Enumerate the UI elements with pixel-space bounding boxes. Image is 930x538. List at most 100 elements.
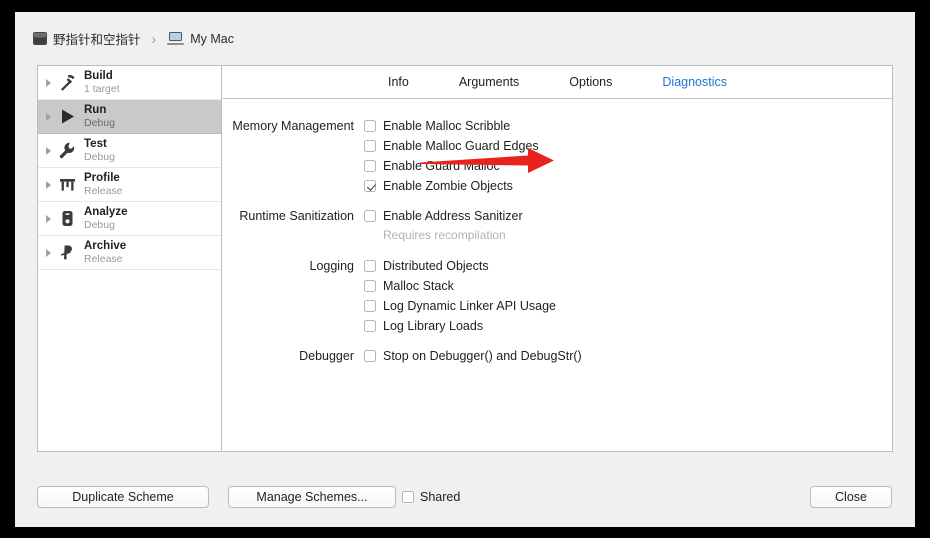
disclosure-triangle-icon[interactable] <box>46 249 51 257</box>
group-debugger: Debugger Stop on Debugger() and DebugStr… <box>223 346 892 366</box>
sidebar-item-subtitle: 1 target <box>84 83 120 95</box>
sidebar-item-text: Test Debug <box>84 138 115 163</box>
checkbox-box[interactable] <box>364 350 376 362</box>
checkbox-box[interactable] <box>364 300 376 312</box>
checkbox-label: Enable Guard Malloc <box>383 156 500 176</box>
sidebar-item-subtitle: Release <box>84 185 123 197</box>
shared-label: Shared <box>420 490 460 504</box>
wrench-icon <box>57 141 77 161</box>
gauge-icon <box>57 175 77 195</box>
sidebar-item-text: Profile Release <box>84 172 123 197</box>
checkbox-box[interactable] <box>364 180 376 192</box>
field-row: Memory Management Enable Malloc Scribble <box>223 116 892 136</box>
checkbox-label: Enable Zombie Objects <box>383 176 513 196</box>
group-logging: Logging Distributed Objects Malloc Stack <box>223 256 892 336</box>
disclosure-triangle-icon[interactable] <box>46 79 51 87</box>
checkbox-malloc-stack[interactable]: Malloc Stack <box>364 276 454 296</box>
breadcrumb-scheme-name[interactable]: 野指针和空指针 <box>53 29 141 48</box>
shared-checkbox[interactable]: Shared <box>402 490 460 504</box>
checkbox-box[interactable] <box>364 160 376 172</box>
tab-diagnostics[interactable]: Diagnostics <box>662 75 727 89</box>
checkbox-label: Enable Malloc Guard Edges <box>383 136 539 156</box>
tab-info[interactable]: Info <box>388 75 409 89</box>
checkbox-distributed-objects[interactable]: Distributed Objects <box>364 256 489 276</box>
checkbox-label: Enable Address Sanitizer <box>383 206 523 226</box>
sidebar-item-subtitle: Debug <box>84 151 115 163</box>
content-area: Info Arguments Options Diagnostics Memor… <box>223 66 892 451</box>
checkbox-label: Stop on Debugger() and DebugStr() <box>383 346 582 366</box>
tab-arguments[interactable]: Arguments <box>459 75 519 89</box>
sidebar-item-subtitle: Release <box>84 253 126 265</box>
breadcrumb: 野指针和空指针 › My Mac <box>33 29 234 48</box>
field-row: Enable Zombie Objects <box>223 176 892 196</box>
checkbox-enable-address-sanitizer[interactable]: Enable Address Sanitizer <box>364 206 523 226</box>
sidebar-item-run[interactable]: Run Debug <box>38 100 221 134</box>
sidebar-item-title: Archive <box>84 240 126 253</box>
sidebar-item-text: Analyze Debug <box>84 206 127 231</box>
checkbox-box[interactable] <box>364 280 376 292</box>
checkbox-enable-malloc-guard-edges[interactable]: Enable Malloc Guard Edges <box>364 136 539 156</box>
field-row: Enable Guard Malloc <box>223 156 892 176</box>
sidebar-item-title: Test <box>84 138 115 151</box>
checkbox-log-library-loads[interactable]: Log Library Loads <box>364 316 483 336</box>
hammer-icon <box>57 73 77 93</box>
disclosure-triangle-icon[interactable] <box>46 215 51 223</box>
sidebar-item-subtitle: Debug <box>84 219 127 231</box>
duplicate-scheme-button[interactable]: Duplicate Scheme <box>37 486 209 508</box>
sidebar-item-title: Run <box>84 104 115 117</box>
breadcrumb-destination-name[interactable]: My Mac <box>190 32 234 46</box>
manage-schemes-button[interactable]: Manage Schemes... <box>228 486 396 508</box>
sidebar-item-profile[interactable]: Profile Release <box>38 168 221 202</box>
checkbox-label: Enable Malloc Scribble <box>383 116 510 136</box>
footer-bar: Duplicate Scheme Manage Schemes... Share… <box>15 467 915 527</box>
scheme-editor-window: 野指针和空指针 › My Mac Build <box>15 12 915 527</box>
field-row: Log Dynamic Linker API Usage <box>223 296 892 316</box>
checkbox-box[interactable] <box>364 120 376 132</box>
disclosure-triangle-icon[interactable] <box>46 147 51 155</box>
diagnostics-form: Memory Management Enable Malloc Scribble… <box>223 99 892 366</box>
checkbox-box[interactable] <box>364 320 376 332</box>
sidebar-item-text: Build 1 target <box>84 70 120 95</box>
sidebar-item-test[interactable]: Test Debug <box>38 134 221 168</box>
sidebar-item-archive[interactable]: Archive Release <box>38 236 221 270</box>
checkbox-box[interactable] <box>364 210 376 222</box>
field-row: Log Library Loads <box>223 316 892 336</box>
scheme-actions-sidebar: Build 1 target Run Debug <box>38 66 222 451</box>
checkbox-box[interactable] <box>402 491 414 503</box>
close-button[interactable]: Close <box>810 486 892 508</box>
checkbox-box[interactable] <box>364 140 376 152</box>
group-label: Logging <box>223 256 364 276</box>
field-row: Enable Malloc Guard Edges <box>223 136 892 156</box>
sidebar-item-title: Profile <box>84 172 123 185</box>
disclosure-triangle-icon[interactable] <box>46 181 51 189</box>
microscope-icon <box>57 209 77 229</box>
group-label: Debugger <box>223 346 364 366</box>
sidebar-item-build[interactable]: Build 1 target <box>38 66 221 100</box>
scheme-icon <box>33 32 47 45</box>
field-row: Debugger Stop on Debugger() and DebugStr… <box>223 346 892 366</box>
checkbox-stop-on-debugger[interactable]: Stop on Debugger() and DebugStr() <box>364 346 582 366</box>
group-runtime-sanitization: Runtime Sanitization Enable Address Sani… <box>223 206 892 246</box>
toolbar: 野指针和空指针 › My Mac <box>15 12 915 65</box>
checkbox-label: Log Library Loads <box>383 316 483 336</box>
checkbox-enable-malloc-scribble[interactable]: Enable Malloc Scribble <box>364 116 510 136</box>
group-label: Runtime Sanitization <box>223 206 364 226</box>
checkbox-enable-zombie-objects[interactable]: Enable Zombie Objects <box>364 176 513 196</box>
disclosure-triangle-icon[interactable] <box>46 113 51 121</box>
tab-bar: Info Arguments Options Diagnostics <box>223 66 892 99</box>
tab-options[interactable]: Options <box>569 75 612 89</box>
field-row: Runtime Sanitization Enable Address Sani… <box>223 206 892 226</box>
sidebar-item-subtitle: Debug <box>84 117 115 129</box>
play-icon <box>57 107 77 127</box>
checkbox-enable-guard-malloc[interactable]: Enable Guard Malloc <box>364 156 500 176</box>
sidebar-item-analyze[interactable]: Analyze Debug <box>38 202 221 236</box>
field-row: Requires recompilation <box>223 226 892 246</box>
checkbox-log-dynamic-linker-api-usage[interactable]: Log Dynamic Linker API Usage <box>364 296 556 316</box>
group-label: Memory Management <box>223 116 364 136</box>
sidebar-item-title: Analyze <box>84 206 127 219</box>
checkbox-label: Distributed Objects <box>383 256 489 276</box>
checkbox-box[interactable] <box>364 260 376 272</box>
sidebar-item-text: Archive Release <box>84 240 126 265</box>
sidebar-item-title: Build <box>84 70 120 83</box>
archive-icon <box>57 243 77 263</box>
